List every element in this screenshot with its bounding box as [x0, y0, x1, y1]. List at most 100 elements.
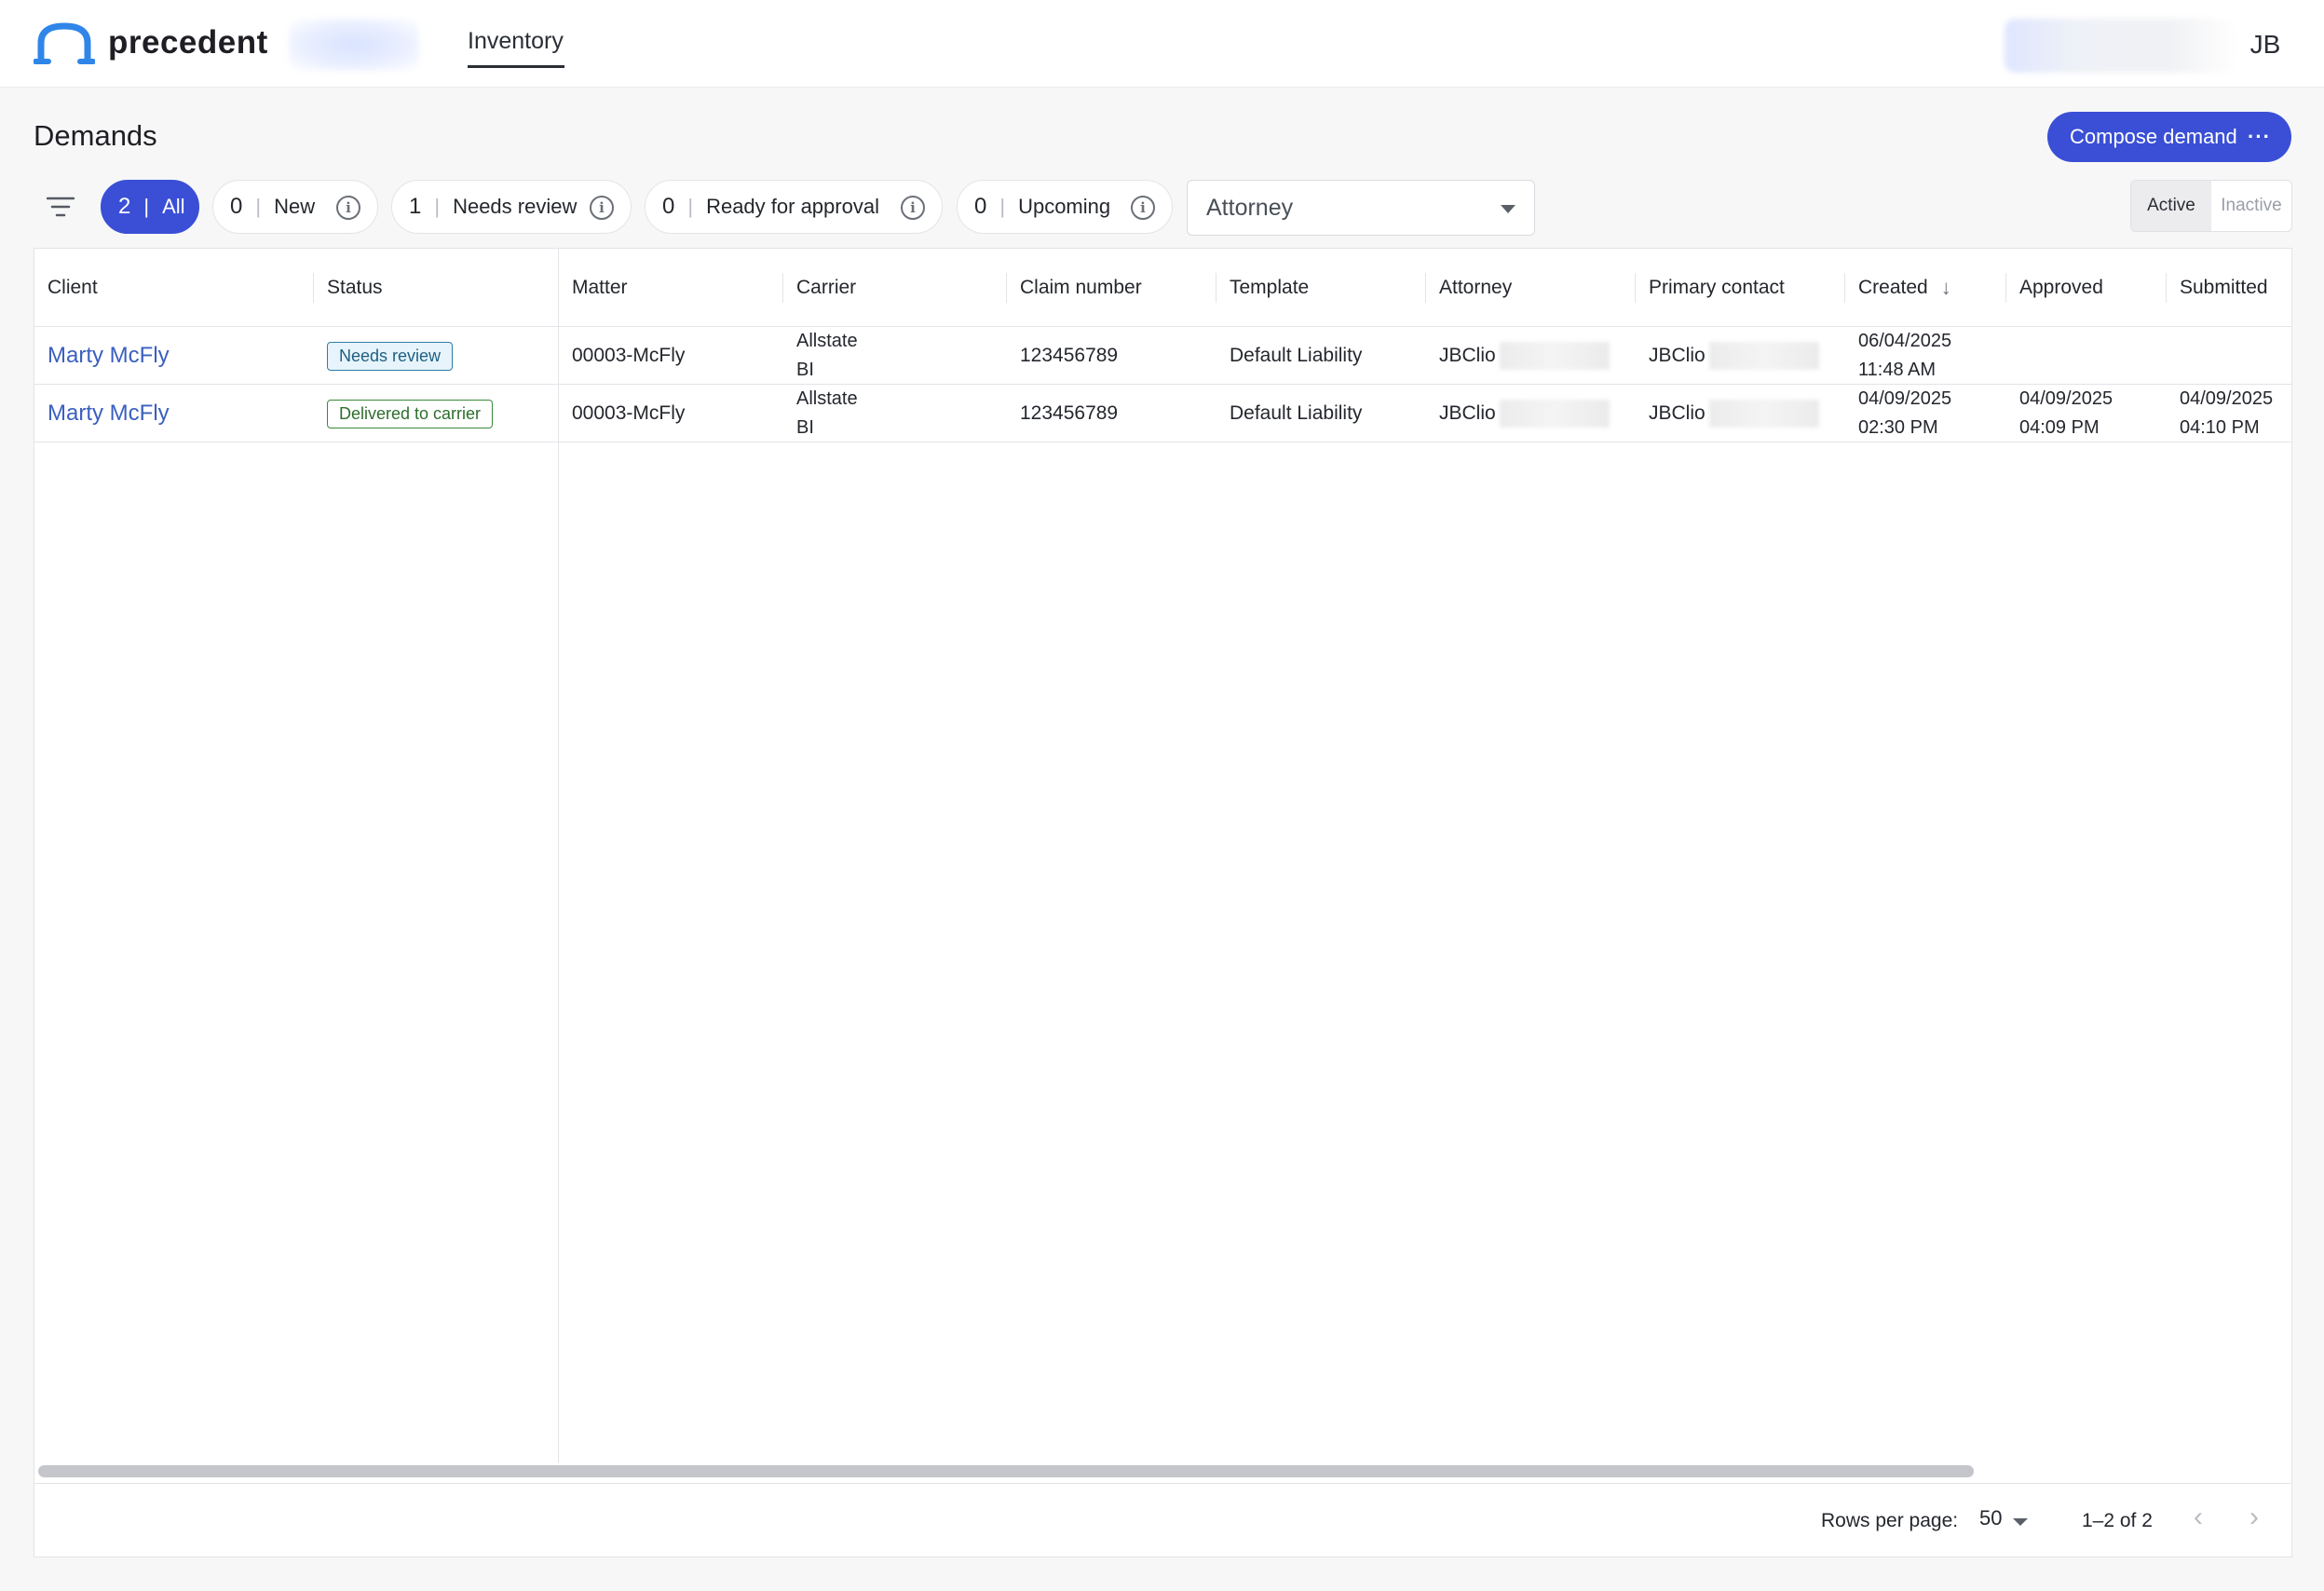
- sort-descending-icon[interactable]: ↓: [1941, 276, 1951, 300]
- column-header-approved[interactable]: Approved: [2006, 249, 2167, 327]
- matter-cell: 00003-McFly: [572, 402, 686, 424]
- chip-count: 0: [974, 194, 987, 219]
- column-header-label: Submitted: [2180, 277, 2268, 298]
- attorney-name: JBClio: [1439, 345, 1496, 366]
- column-header-primary-contact[interactable]: Primary contact: [1636, 249, 1845, 327]
- column-header-claim-number[interactable]: Claim number: [1007, 249, 1216, 327]
- status-badge: Needs review: [327, 341, 454, 371]
- carrier-name: Allstate: [796, 388, 858, 409]
- chevron-down-icon[interactable]: [2013, 1518, 2028, 1526]
- carrier-coverage: BI: [796, 417, 814, 438]
- submitted-time: 04:10 PM: [2180, 417, 2260, 438]
- filter-chip-new[interactable]: 0 | New i: [212, 180, 378, 234]
- rows-per-page-select[interactable]: 50: [1979, 1506, 2002, 1530]
- client-cell: Marty McFly: [34, 385, 314, 442]
- user-avatar[interactable]: JB: [2239, 19, 2291, 71]
- pagination-range: 1–2 of 2: [2082, 1510, 2153, 1531]
- column-header-submitted[interactable]: Submitted: [2167, 249, 2291, 327]
- rows-per-page-label: Rows per page:: [1821, 1510, 1959, 1531]
- template-cell: Default Liability: [1230, 345, 1363, 366]
- precedent-logo-icon[interactable]: [34, 20, 95, 67]
- created-date: 06/04/2025: [1858, 331, 1952, 351]
- redacted-user-name[interactable]: [2005, 19, 2237, 73]
- brand-name: precedent: [108, 24, 268, 61]
- info-icon[interactable]: i: [590, 196, 614, 220]
- redacted-text: [1708, 342, 1819, 370]
- chip-label: New: [274, 195, 316, 218]
- chip-count: 2: [118, 194, 131, 219]
- tab-inventory-underline: [468, 65, 564, 68]
- info-icon[interactable]: i: [336, 196, 360, 220]
- chip-count: 0: [230, 194, 243, 219]
- column-header-label: Template: [1230, 277, 1310, 298]
- column-header-created[interactable]: Created ↓: [1845, 249, 2006, 327]
- created-date: 04/09/2025: [1858, 388, 1952, 409]
- column-header-matter[interactable]: Matter: [559, 249, 783, 327]
- client-link[interactable]: Marty McFly: [48, 401, 170, 427]
- horizontal-scrollbar[interactable]: [38, 1465, 1974, 1477]
- attorney-name: JBClio: [1439, 402, 1496, 424]
- previous-page-icon[interactable]: ‹: [2194, 1502, 2203, 1533]
- approved-date: 04/09/2025: [2019, 388, 2113, 409]
- column-header-client[interactable]: Client: [34, 249, 314, 327]
- carrier-name: Allstate: [796, 331, 858, 351]
- chip-count: 0: [662, 194, 675, 219]
- status-badge: Delivered to carrier: [327, 399, 494, 428]
- compose-demand-button[interactable]: Compose demand ···: [2047, 112, 2291, 162]
- next-page-icon[interactable]: ›: [2249, 1502, 2259, 1533]
- toggle-inactive[interactable]: Inactive: [2211, 181, 2291, 231]
- column-header-attorney[interactable]: Attorney: [1426, 249, 1636, 327]
- chevron-down-icon: [1501, 205, 1515, 213]
- info-icon[interactable]: i: [1131, 196, 1155, 220]
- toggle-active[interactable]: Active: [2131, 181, 2211, 231]
- carrier-coverage: BI: [796, 360, 814, 380]
- column-header-label: Claim number: [1020, 277, 1142, 298]
- chip-divider: |: [143, 195, 150, 218]
- created-cell: 06/04/2025 11:48 AM: [1845, 327, 2006, 385]
- top-bar: precedent Inventory JB: [0, 0, 2324, 88]
- chip-divider: |: [999, 195, 1006, 218]
- column-header-template[interactable]: Template: [1216, 249, 1426, 327]
- attorney-select[interactable]: Attorney: [1187, 180, 1535, 236]
- chip-divider: |: [255, 195, 262, 218]
- filter-chip-upcoming[interactable]: 0 | Upcoming i: [957, 180, 1173, 234]
- attorney-cell: JBClio: [1426, 327, 1636, 385]
- approved-cell: 04/09/2025 04:09 PM: [2006, 385, 2167, 442]
- redacted-org-switcher[interactable]: [289, 19, 419, 71]
- column-header-label: Created: [1858, 277, 1928, 298]
- created-time: 02:30 PM: [1858, 417, 1938, 438]
- column-header-label: Primary contact: [1649, 277, 1785, 298]
- client-link[interactable]: Marty McFly: [48, 343, 170, 369]
- created-time: 11:48 AM: [1858, 360, 1937, 380]
- table-row[interactable]: Marty McFly Needs review 00003-McFly All…: [34, 327, 2291, 385]
- redacted-text: [1708, 400, 1819, 428]
- column-header-status[interactable]: Status: [314, 249, 558, 327]
- chip-label: Needs review: [453, 195, 578, 218]
- column-header-label: Status: [327, 277, 383, 298]
- attorney-select-placeholder: Attorney: [1206, 194, 1294, 221]
- column-header-label: Attorney: [1439, 277, 1513, 298]
- filter-chip-ready-for-approval[interactable]: 0 | Ready for approval i: [645, 180, 943, 234]
- info-icon[interactable]: i: [901, 196, 925, 220]
- demands-table: Client Status Matter Carrier Claim numbe…: [34, 248, 2292, 1557]
- filter-chip-all[interactable]: 2 | All: [101, 180, 199, 234]
- column-header-carrier[interactable]: Carrier: [783, 249, 1007, 327]
- tab-inventory[interactable]: Inventory: [468, 28, 564, 55]
- primary-contact-cell: JBClio: [1636, 385, 1845, 442]
- more-options-icon[interactable]: ···: [2248, 125, 2271, 149]
- table-header: Client Status Matter Carrier Claim numbe…: [34, 249, 2291, 327]
- redacted-text: [1499, 400, 1610, 428]
- claim-number-cell: 123456789: [1020, 402, 1119, 424]
- submitted-cell: 04/09/2025 04:10 PM: [2167, 385, 2291, 442]
- chip-count: 1: [409, 194, 422, 219]
- filter-icon[interactable]: [47, 196, 75, 218]
- submitted-cell: [2167, 327, 2291, 385]
- table-row[interactable]: Marty McFly Delivered to carrier 00003-M…: [34, 385, 2291, 442]
- approved-time: 04:09 PM: [2019, 417, 2100, 438]
- matter-cell: 00003-McFly: [572, 345, 686, 366]
- attorney-cell: JBClio: [1426, 385, 1636, 442]
- carrier-cell: Allstate BI: [783, 385, 1007, 442]
- filter-chip-needs-review[interactable]: 1 | Needs review i: [391, 180, 632, 234]
- page-title: Demands: [34, 119, 157, 152]
- submitted-date: 04/09/2025: [2180, 388, 2274, 409]
